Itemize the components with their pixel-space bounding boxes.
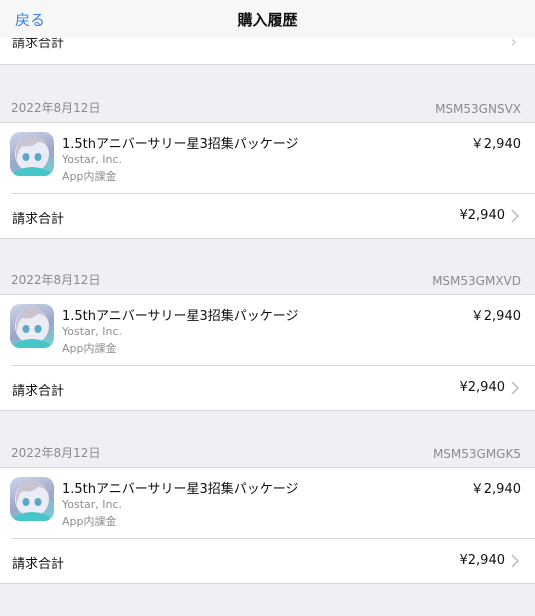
order-id: MSM53GMGK5 xyxy=(432,447,521,461)
purchase-section: 2022年8月12日 MSM53GMXVD 1.5thアニバーサリー星3招集パッ… xyxy=(0,237,535,411)
order-id: MSM53GNSVX xyxy=(435,102,521,116)
section-header: 2022年8月12日 MSM53GMXVD xyxy=(0,237,535,294)
item-title: 1.5thアニバーサリー星3招集パッケージ xyxy=(62,137,299,152)
page-title: 購入履歴 xyxy=(237,10,298,29)
item-type: App内課金 xyxy=(62,515,117,528)
section-header: 2022年8月12日 MSM53GMGK5 xyxy=(0,410,535,467)
chevron-right-icon xyxy=(511,209,520,223)
item-price: ￥2,940 xyxy=(470,137,521,152)
app-icon xyxy=(10,132,54,176)
item-title: 1.5thアニバーサリー星3招集パッケージ xyxy=(62,309,299,324)
item-price: ￥2,940 xyxy=(470,309,521,324)
total-row[interactable]: 請求合計 ¥2,940 xyxy=(0,194,535,238)
order-id: MSM53GMXVD xyxy=(432,274,521,288)
purchase-section: 2022年8月12日 MSM53GNSVX 1.5thアニバーサリー星3招集パッ… xyxy=(0,65,535,239)
item-developer: Yostar, Inc. xyxy=(62,325,123,338)
purchase-card: 1.5thアニバーサリー星3招集パッケージ Yostar, Inc. App内課… xyxy=(0,122,535,239)
purchase-date: 2022年8月12日 xyxy=(11,446,101,460)
total-label: 請求合計 xyxy=(12,557,65,572)
item-price: ￥2,940 xyxy=(470,482,521,497)
item-type: App内課金 xyxy=(62,170,117,183)
partial-total-label: 請求合計 xyxy=(12,38,65,51)
total-value: ¥2,940 xyxy=(459,208,506,223)
purchase-section: 2022年8月12日 MSM53GMGK5 1.5thアニバーサリー星3招集パッ… xyxy=(0,410,535,584)
purchase-card: 1.5thアニバーサリー星3招集パッケージ Yostar, Inc. App内課… xyxy=(0,294,535,411)
total-value: ¥2,940 xyxy=(459,380,506,395)
purchase-item-row[interactable]: 1.5thアニバーサリー星3招集パッケージ Yostar, Inc. App内課… xyxy=(0,295,535,365)
navigation-bar: 戻る 購入履歴 xyxy=(0,0,535,38)
app-icon xyxy=(10,477,54,521)
section-header: 2022年8月12日 MSM53GNSVX xyxy=(0,65,535,122)
item-developer: Yostar, Inc. xyxy=(62,153,123,166)
purchase-item-row[interactable]: 1.5thアニバーサリー星3招集パッケージ Yostar, Inc. App内課… xyxy=(0,468,535,538)
purchase-item-row[interactable]: 1.5thアニバーサリー星3招集パッケージ Yostar, Inc. App内課… xyxy=(0,123,535,193)
total-row[interactable]: 請求合計 ¥2,940 xyxy=(0,366,535,410)
back-button[interactable]: 戻る xyxy=(15,9,45,30)
total-label: 請求合計 xyxy=(12,384,65,399)
item-type: App内課金 xyxy=(62,342,117,355)
item-title: 1.5thアニバーサリー星3招集パッケージ xyxy=(62,482,299,497)
chevron-right-icon xyxy=(511,381,520,395)
chevron-right-icon: › xyxy=(510,38,517,51)
item-developer: Yostar, Inc. xyxy=(62,498,123,511)
total-row[interactable]: 請求合計 ¥2,940 xyxy=(0,539,535,583)
total-value: ¥2,940 xyxy=(459,553,506,568)
chevron-right-icon xyxy=(511,554,520,568)
purchase-date: 2022年8月12日 xyxy=(11,273,101,287)
purchase-card: 1.5thアニバーサリー星3招集パッケージ Yostar, Inc. App内課… xyxy=(0,467,535,584)
total-label: 請求合計 xyxy=(12,212,65,227)
partial-total-row[interactable]: 請求合計 › xyxy=(0,38,535,65)
purchase-date: 2022年8月12日 xyxy=(11,101,101,115)
app-icon xyxy=(10,304,54,348)
